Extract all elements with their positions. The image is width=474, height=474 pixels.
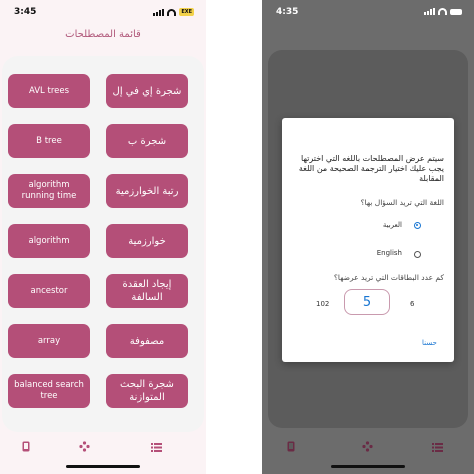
status-bar: 4:35 (262, 0, 474, 26)
term-english-button[interactable]: AVL trees (8, 74, 90, 108)
home-indicator (66, 465, 140, 468)
status-time: 3:45 (14, 7, 37, 17)
term-arabic-button[interactable]: مصفوفة (106, 324, 188, 358)
wifi-icon (167, 8, 177, 16)
tab-bar (0, 433, 206, 453)
home-indicator (331, 465, 405, 468)
signal-icon (153, 8, 165, 16)
stepper-max-value: 102 (316, 300, 330, 308)
terms-list-screen: 3:45 EXE قائمة المصطلحات AVL trees شجرة … (0, 0, 206, 474)
dialog-message: سيتم عرض المصطلحات باللغه التي اخترتها ي… (298, 154, 444, 183)
status-time: 4:35 (276, 7, 299, 17)
terms-list: AVL trees شجرة إي في إل B tree شجرة ب al… (2, 56, 204, 432)
ok-button[interactable]: حسنا (422, 339, 437, 347)
option-english-label: English (376, 249, 402, 257)
language-question: اللغة التي تريد السؤال بها؟ (360, 198, 444, 207)
signal-icon (424, 8, 435, 15)
option-arabic-radio[interactable] (414, 222, 421, 229)
stepper-min-value: 6 (410, 300, 415, 308)
option-english-radio[interactable] (414, 251, 421, 258)
list-icon[interactable] (432, 437, 443, 456)
term-english-button[interactable]: balanced search tree (8, 374, 90, 408)
tab-bar (262, 433, 474, 453)
term-arabic-button[interactable]: خوارزمية (106, 224, 188, 258)
quiz-settings-dialog: سيتم عرض المصطلحات باللغه التي اخترتها ي… (282, 118, 454, 362)
cards-count-question: كم عدد البطاقات التي تريد عرضها؟ (333, 273, 444, 282)
wifi-icon (438, 8, 447, 15)
option-arabic-label: العربية (382, 221, 402, 229)
status-bar: 3:45 EXE (0, 0, 206, 26)
term-english-button[interactable]: B tree (8, 124, 90, 158)
term-arabic-button[interactable]: رتبة الخوارزمية (106, 174, 188, 208)
page-title: قائمة المصطلحات (65, 29, 141, 40)
battery-icon (450, 8, 462, 15)
term-english-button[interactable]: ancestor (8, 274, 90, 308)
quiz-settings-screen: 4:35 سيتم عرض المصطلحات باللغه التي اختر… (262, 0, 474, 474)
game-icon[interactable] (79, 437, 90, 456)
list-icon[interactable] (151, 437, 162, 456)
cards-icon[interactable] (22, 437, 30, 456)
term-english-button[interactable]: algorithm (8, 224, 90, 258)
battery-icon: EXE (179, 8, 194, 16)
cards-count-stepper[interactable]: 5 (344, 289, 390, 315)
term-arabic-button[interactable]: إيجاد العقدة السالفة (106, 274, 188, 308)
term-english-button[interactable]: algorithm running time (8, 174, 90, 208)
term-arabic-button[interactable]: شجرة ب (106, 124, 188, 158)
term-arabic-button[interactable]: شجرة البحث المتوازنة (106, 374, 188, 408)
term-arabic-button[interactable]: شجرة إي في إل (106, 74, 188, 108)
term-english-button[interactable]: array (8, 324, 90, 358)
game-icon[interactable] (362, 437, 373, 456)
cards-icon[interactable] (287, 437, 295, 456)
